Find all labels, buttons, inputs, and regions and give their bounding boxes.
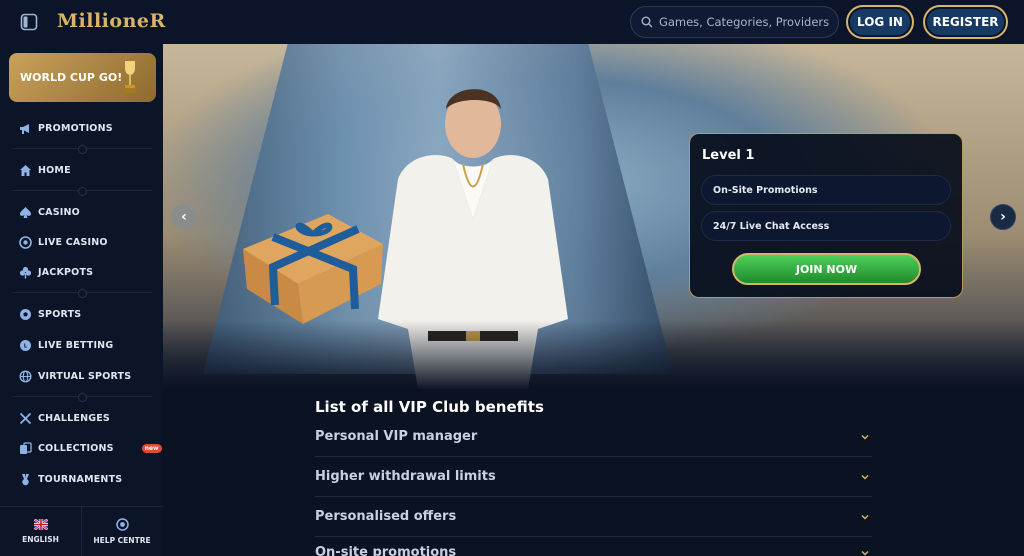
language-label: ENGLISH xyxy=(22,535,59,544)
sidebar-item-challenges[interactable]: CHALLENGES xyxy=(19,408,110,428)
benefit-accordion-item[interactable]: On-site promotions xyxy=(315,536,872,556)
crossed-swords-icon xyxy=(19,412,32,424)
benefit-label: Personalised offers xyxy=(315,509,457,524)
search-box[interactable] xyxy=(630,6,839,38)
benefit-label: Higher withdrawal limits xyxy=(315,469,496,484)
medal-icon xyxy=(22,473,29,485)
search-input[interactable] xyxy=(658,15,838,29)
live-icon: L xyxy=(20,339,31,351)
sidebar-item-label: TOURNAMENTS xyxy=(38,473,123,485)
world-cup-promo-banner[interactable]: WORLD CUP GO! xyxy=(9,53,156,102)
megaphone-icon xyxy=(20,123,29,134)
hero-fade-overlay xyxy=(163,320,1024,390)
sidebar-item-label: PROMOTIONS xyxy=(38,122,113,134)
chevron-down-icon xyxy=(861,434,869,440)
sidebar-item-label: LIVE CASINO xyxy=(38,236,108,248)
benefit-accordion-item[interactable]: Personalised offers xyxy=(315,497,872,537)
chevron-down-icon xyxy=(861,514,869,520)
clover-icon xyxy=(19,266,32,278)
benefit-label: On-site promotions xyxy=(315,545,457,556)
chip-icon xyxy=(19,235,32,249)
home-icon xyxy=(20,164,31,176)
sidebar-item-label: CHALLENGES xyxy=(38,412,110,424)
sidebar-item-label: SPORTS xyxy=(38,308,82,320)
cards-icon xyxy=(20,441,32,454)
new-badge: new xyxy=(141,443,162,453)
carousel-next-button[interactable]: › xyxy=(990,204,1016,230)
sidebar-item-tournaments[interactable]: TOURNAMENTS xyxy=(19,469,122,489)
trophy-icon xyxy=(124,61,136,93)
vip-hero-banner: ‹ › Level 1 On-Site Promotions 24/7 Live… xyxy=(163,44,1024,390)
sidebar-item-promotions[interactable]: PROMOTIONS xyxy=(19,118,113,138)
sidebar-item-label: COLLECTIONS xyxy=(38,442,114,454)
chevron-down-icon xyxy=(861,550,869,556)
register-button[interactable]: REGISTER xyxy=(923,5,1008,39)
sidebar-divider xyxy=(12,145,152,154)
sidebar-item-sports[interactable]: SPORTS xyxy=(19,304,81,324)
globe-icon xyxy=(19,369,32,383)
help-icon xyxy=(115,518,129,531)
sidebar-footer: ENGLISH HELP CENTRE xyxy=(0,506,163,556)
sidebar-item-jackpots[interactable]: JACKPOTS xyxy=(19,262,93,282)
ball-icon xyxy=(20,308,31,320)
spade-icon xyxy=(20,206,31,218)
search-icon xyxy=(641,16,653,28)
sidebar-item-live-casino[interactable]: LIVE CASINO xyxy=(19,232,108,252)
sidebar-item-virtual-sports[interactable]: VIRTUAL SPORTS xyxy=(19,366,131,386)
sidebar-item-casino[interactable]: CASINO xyxy=(19,202,80,222)
benefits-section-title: List of all VIP Club benefits xyxy=(315,398,544,416)
sidebar-item-label: CASINO xyxy=(38,206,80,218)
help-centre-button[interactable]: HELP CENTRE xyxy=(81,507,162,556)
sidebar-item-live-betting[interactable]: L LIVE BETTING xyxy=(19,335,113,355)
brand-logo[interactable]: MillioneR xyxy=(57,10,166,32)
chevron-left-icon: ‹ xyxy=(181,209,187,225)
sidebar-divider xyxy=(12,393,152,402)
sidebar-item-label: LIVE BETTING xyxy=(38,339,114,351)
vip-level-card: Level 1 On-Site Promotions 24/7 Live Cha… xyxy=(689,133,963,298)
language-selector[interactable]: ENGLISH xyxy=(0,507,81,556)
sidebar-item-label: JACKPOTS xyxy=(38,266,94,278)
top-header: MillioneR LOG IN REGISTER xyxy=(0,0,1024,44)
sidebar: WORLD CUP GO! PROMOTIONS HOME CASINO LIV… xyxy=(0,44,163,556)
level-perk-item: 24/7 Live Chat Access xyxy=(701,211,951,241)
benefit-accordion-item[interactable]: Higher withdrawal limits xyxy=(315,457,872,497)
chevron-right-icon: › xyxy=(1000,209,1006,225)
chevron-down-icon xyxy=(861,474,869,480)
login-button[interactable]: LOG IN xyxy=(846,5,914,39)
world-cup-promo-label: WORLD CUP GO! xyxy=(20,71,123,84)
sidebar-divider xyxy=(12,187,152,196)
sidebar-item-collections[interactable]: COLLECTIONS new xyxy=(19,438,162,458)
uk-flag-icon xyxy=(33,519,48,530)
join-now-button[interactable]: JOIN NOW xyxy=(732,253,921,285)
help-centre-label: HELP CENTRE xyxy=(93,536,151,545)
benefit-accordion-item[interactable]: Personal VIP manager xyxy=(315,417,872,457)
level-title: Level 1 xyxy=(702,148,755,163)
benefit-label: Personal VIP manager xyxy=(315,429,478,444)
sidebar-toggle-icon[interactable] xyxy=(20,13,38,31)
gift-box-illustration xyxy=(243,214,383,324)
sidebar-divider xyxy=(12,289,152,298)
carousel-prev-button[interactable]: ‹ xyxy=(171,204,197,230)
sidebar-item-home[interactable]: HOME xyxy=(19,160,71,180)
sidebar-item-label: HOME xyxy=(38,164,71,176)
sidebar-item-label: VIRTUAL SPORTS xyxy=(38,370,132,382)
level-perk-item: On-Site Promotions xyxy=(701,175,951,205)
